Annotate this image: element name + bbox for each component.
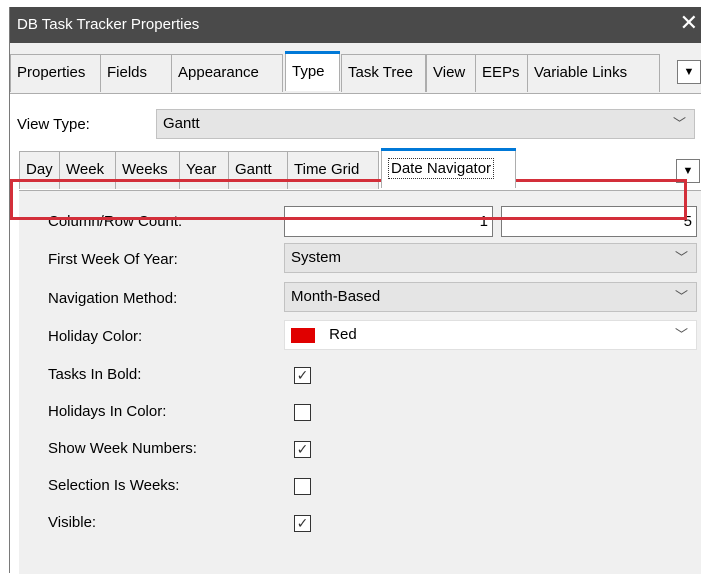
view-type-label: View Type: (17, 116, 90, 133)
navigation-method-label: Navigation Method: (48, 290, 178, 307)
close-icon[interactable]: ✕ (680, 12, 698, 34)
tasks-in-bold-label: Tasks In Bold: (48, 366, 142, 383)
selection-is-weeks-label: Selection Is Weeks: (48, 477, 180, 494)
holiday-color-select[interactable]: Red ﹀ (284, 320, 697, 350)
navigation-method-select[interactable]: Month-Based ﹀ (284, 282, 697, 312)
holidays-in-color-checkbox[interactable] (294, 404, 311, 421)
title-bar[interactable]: DB Task Tracker Properties ✕ (10, 7, 701, 43)
view-type-value: Gantt (163, 115, 200, 132)
chevron-down-icon: ﹀ (672, 116, 686, 131)
visible-checkbox[interactable]: ✓ (294, 515, 311, 532)
holiday-color-label: Holiday Color: (48, 328, 143, 345)
chevron-down-icon: ▼ (683, 66, 695, 78)
tab-type[interactable]: Type (285, 51, 340, 91)
highlight-outline (10, 179, 687, 220)
tab-view[interactable]: View (426, 54, 476, 92)
chevron-down-icon: ▼ (682, 165, 694, 177)
tab-overflow-button[interactable]: ▼ (677, 60, 701, 84)
tab-appearance[interactable]: Appearance (171, 54, 283, 92)
subtab-date-navigator-label: Date Navigator (388, 158, 495, 179)
holidays-in-color-label: Holidays In Color: (48, 403, 167, 420)
navigation-method-value: Month-Based (291, 288, 381, 305)
window-title: DB Task Tracker Properties (17, 16, 200, 33)
tab-eeps[interactable]: EEPs (475, 54, 528, 92)
main-tab-strip: Properties Fields Appearance Type Task T… (10, 51, 701, 94)
chevron-down-icon: ﹀ (674, 327, 688, 342)
show-week-numbers-checkbox[interactable]: ✓ (294, 441, 311, 458)
date-navigator-panel: Column/Row Count: 1 5 First Week Of Year… (19, 190, 701, 574)
tab-fields[interactable]: Fields (100, 54, 172, 92)
first-week-label: First Week Of Year: (48, 251, 178, 268)
tab-task-tree[interactable]: Task Tree (341, 54, 426, 92)
color-swatch (291, 327, 315, 343)
properties-window: DB Task Tracker Properties ✕ Properties … (9, 7, 701, 574)
chevron-down-icon: ﹀ (674, 250, 688, 265)
tab-properties[interactable]: Properties (10, 54, 101, 92)
visible-label: Visible: (48, 514, 97, 531)
view-type-select[interactable]: Gantt ﹀ (156, 109, 695, 139)
show-week-numbers-label: Show Week Numbers: (48, 440, 197, 457)
type-panel: View Type: Gantt ﹀ Day Week Weeks Year G… (10, 93, 701, 574)
subtab-date-navigator[interactable]: Date Navigator (381, 148, 516, 188)
selection-is-weeks-checkbox[interactable] (294, 478, 311, 495)
tasks-in-bold-checkbox[interactable]: ✓ (294, 367, 311, 384)
first-week-select[interactable]: System ﹀ (284, 243, 697, 273)
tab-variable-links[interactable]: Variable Links (527, 54, 660, 92)
holiday-color-value: Red (329, 326, 357, 343)
chevron-down-icon: ﹀ (674, 289, 688, 304)
first-week-value: System (291, 249, 342, 266)
